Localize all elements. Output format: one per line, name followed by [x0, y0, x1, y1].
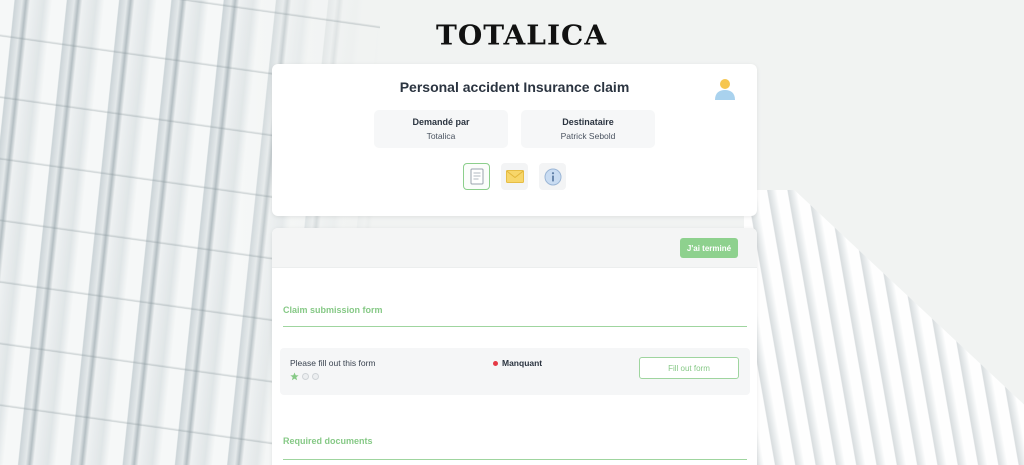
- form-instruction: Please fill out this form: [290, 358, 376, 368]
- done-button[interactable]: J'ai terminé: [680, 238, 738, 258]
- rating-indicator: [290, 372, 319, 381]
- fill-out-form-button[interactable]: Fill out form: [639, 357, 739, 379]
- requested-by-value: Totalica: [426, 131, 456, 141]
- requested-by-label: Demandé par: [412, 117, 470, 127]
- background-architecture-right: [744, 190, 1024, 465]
- claim-title: Personal accident Insurance claim: [399, 79, 630, 95]
- recipient-value: Patrick Sebold: [560, 131, 616, 141]
- status-text: Manquant: [502, 358, 543, 368]
- brand-logo: TOTALICA: [436, 19, 608, 52]
- section-divider: [283, 459, 747, 460]
- star-icon: [290, 372, 299, 381]
- requested-by-box: Demandé par Totalica: [374, 110, 508, 148]
- empty-star-icon: [312, 373, 319, 380]
- form-list-item: Please fill out this form Manquant Fill …: [280, 348, 750, 395]
- recipient-label: Destinataire: [562, 117, 614, 127]
- envelope-icon: [505, 170, 524, 183]
- claim-form-section-title: Claim submission form: [283, 305, 383, 315]
- section-divider: [283, 326, 747, 327]
- tab-document[interactable]: [463, 163, 490, 190]
- empty-star-icon: [302, 373, 309, 380]
- tab-messages[interactable]: [501, 163, 528, 190]
- card-header: J'ai terminé: [272, 228, 757, 268]
- info-icon: [544, 168, 561, 185]
- status-dot-icon: [493, 360, 498, 366]
- required-documents-section-title: Required documents: [283, 436, 373, 446]
- claim-details-card: J'ai terminé Claim submission form Pleas…: [272, 228, 757, 465]
- document-icon: [470, 168, 483, 185]
- status-badge: Manquant: [493, 358, 542, 368]
- claim-summary-card: Personal accident Insurance claim Demand…: [272, 64, 757, 216]
- user-avatar-icon[interactable]: [713, 77, 737, 101]
- recipient-box: Destinataire Patrick Sebold: [521, 110, 655, 148]
- tab-info[interactable]: [539, 163, 566, 190]
